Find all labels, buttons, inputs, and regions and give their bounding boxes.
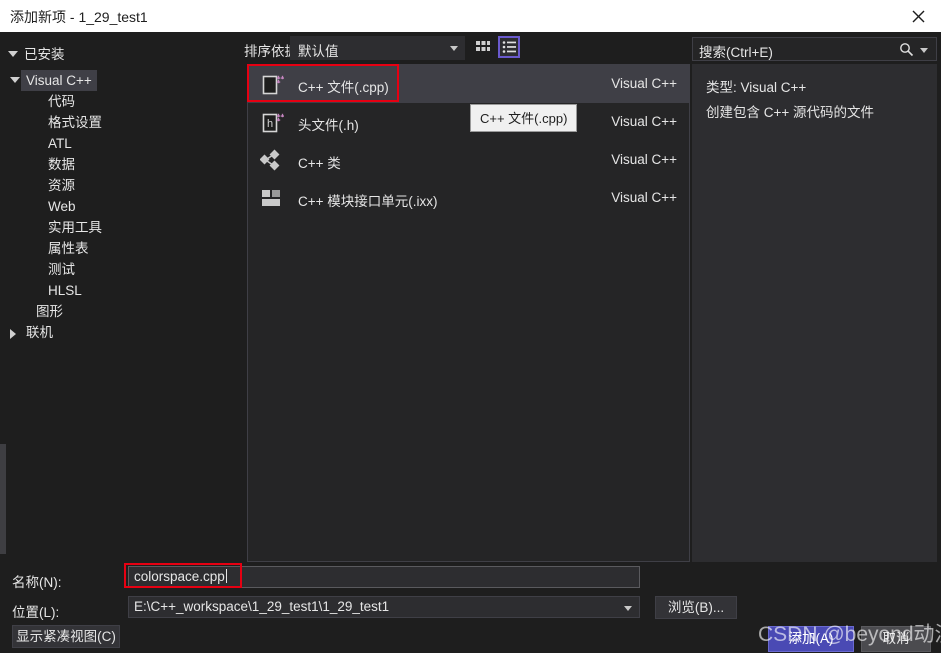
tree-item-6[interactable]: Web	[0, 196, 240, 217]
left-panel-scrollbar[interactable]	[0, 444, 6, 554]
window-title: 添加新项 - 1_29_test1	[10, 9, 148, 25]
tree-item-7[interactable]: 实用工具	[0, 217, 240, 238]
chevron-down-icon	[10, 77, 20, 83]
tree-item-label: Visual C++	[21, 70, 97, 91]
tree-item-0[interactable]: Visual C++	[0, 70, 240, 91]
tree-item-3[interactable]: ATL	[0, 133, 240, 154]
add-new-item-dialog: 添加新项 - 1_29_test1 已安装 Visual C++ 代码格式设置 AT…	[0, 0, 941, 653]
show-compact-view-button[interactable]: 显示紧凑视图(C)	[12, 625, 120, 648]
close-icon[interactable]	[895, 0, 941, 32]
cpp-module-icon-glyph	[262, 190, 280, 206]
tree-item-1[interactable]: 代码	[0, 91, 240, 112]
cpp-class-icon	[259, 149, 284, 173]
chevron-down-icon[interactable]	[624, 606, 632, 611]
tree-item-label: 属性表	[48, 241, 89, 256]
search-placeholder: 搜索(Ctrl+E)	[699, 45, 773, 60]
location-input[interactable]: E:\C++_workspace\1_29_test1\1_29_test1	[128, 596, 640, 618]
tree-item-10[interactable]: HLSL	[0, 280, 240, 301]
tree-item-label: 格式设置	[48, 115, 102, 130]
template-list-item[interactable]: h 头文件(.h) Visual C++	[248, 103, 689, 141]
chevron-right-icon	[10, 329, 16, 339]
template-item-origin: Visual C++	[611, 190, 677, 205]
add-button[interactable]: 添加(A)	[768, 626, 854, 652]
tree-item-label: 联机	[26, 325, 53, 340]
chevron-down-icon[interactable]	[920, 48, 928, 53]
close-glyph	[912, 10, 924, 22]
sort-by-dropdown[interactable]: 默认值	[290, 36, 465, 60]
location-label: 位置(L):	[12, 605, 60, 620]
list-view-glyph	[502, 41, 516, 53]
template-list-item[interactable]: C++ 模块接口单元(.ixx) Visual C++	[248, 179, 689, 217]
grid-view-glyph	[476, 41, 490, 51]
template-item-origin: Visual C++	[611, 76, 677, 91]
tree-item-label: Web	[48, 199, 76, 214]
chevron-down-icon	[450, 46, 458, 51]
tree-item-label: 测试	[48, 262, 75, 277]
template-item-name: C++ 文件(.cpp)	[298, 80, 389, 95]
tree-item-label: 图形	[36, 304, 63, 319]
tree-item-4[interactable]: 数据	[0, 154, 240, 175]
location-value: E:\C++_workspace\1_29_test1\1_29_test1	[134, 599, 390, 614]
tree-item-label: 数据	[48, 157, 75, 172]
list-view-icon[interactable]	[498, 36, 520, 58]
grid-view-icon[interactable]	[472, 36, 494, 58]
browse-button[interactable]: 浏览(B)...	[655, 596, 737, 619]
tree-item-8[interactable]: 属性表	[0, 238, 240, 259]
sort-by-value: 默认值	[298, 44, 339, 59]
template-list[interactable]: C++ 文件(.cpp) Visual C++ h 头文件(.h) Visual C++…	[247, 64, 690, 562]
template-item-origin: Visual C++	[611, 114, 677, 129]
tree-item-5[interactable]: 资源	[0, 175, 240, 196]
sort-bar: 排序依据: 默认值	[240, 32, 690, 64]
cpp-class-icon-glyph	[259, 149, 280, 171]
cpp-file-icon	[260, 73, 285, 97]
installed-header-label: 已安装	[24, 47, 65, 62]
template-list-item[interactable]: C++ 类 Visual C++	[248, 141, 689, 179]
template-item-name: C++ 类	[298, 156, 341, 171]
tree-item-label: 代码	[48, 94, 75, 109]
installed-templates-panel: 已安装 Visual C++ 代码格式设置 ATL 数据资源 Web 实用工具属性表测试 H…	[0, 32, 240, 562]
title-bar: 添加新项 - 1_29_test1	[0, 0, 941, 32]
tree-item-11[interactable]: 图形	[0, 301, 240, 322]
template-list-item[interactable]: C++ 文件(.cpp) Visual C++	[248, 65, 689, 103]
detail-type: 类型: Visual C++	[706, 80, 807, 95]
item-tooltip: C++ 文件(.cpp)	[470, 104, 578, 132]
cpp-module-icon	[260, 187, 284, 211]
search-glyph	[900, 43, 914, 57]
search-icon	[899, 42, 914, 62]
tree-item-label: ATL	[48, 136, 72, 151]
tree-item-2[interactable]: 格式设置	[0, 112, 240, 133]
tree-item-9[interactable]: 测试	[0, 259, 240, 280]
header-file-icon: h	[260, 111, 285, 135]
details-panel: 类型: Visual C++ 创建包含 C++ 源代码的文件	[692, 64, 937, 562]
tree-item-label: HLSL	[48, 283, 82, 298]
text-cursor	[225, 569, 227, 583]
installed-header[interactable]: 已安装	[8, 43, 65, 63]
template-item-name: C++ 模块接口单元(.ixx)	[298, 194, 438, 209]
header-file-icon-glyph: h	[262, 113, 285, 133]
name-input[interactable]: colorspace.cpp	[128, 566, 640, 588]
tree-item-label: 资源	[48, 178, 75, 193]
name-label: 名称(N):	[12, 575, 62, 590]
tree-item-12[interactable]: 联机	[0, 322, 240, 343]
detail-description: 创建包含 C++ 源代码的文件	[706, 105, 875, 120]
name-input-value: colorspace.cpp	[134, 569, 225, 584]
cpp-file-icon-glyph	[262, 75, 285, 95]
svg-text:h: h	[267, 118, 273, 130]
chevron-down-icon	[8, 51, 18, 58]
template-item-origin: Visual C++	[611, 152, 677, 167]
template-item-name: 头文件(.h)	[298, 118, 359, 133]
cancel-button[interactable]: 取消	[861, 626, 931, 652]
tree-item-label: 实用工具	[48, 220, 102, 235]
search-input[interactable]: 搜索(Ctrl+E)	[692, 37, 937, 61]
template-category-tree: Visual C++ 代码格式设置 ATL 数据资源 Web 实用工具属性表测试 HLSL 图…	[0, 70, 240, 343]
